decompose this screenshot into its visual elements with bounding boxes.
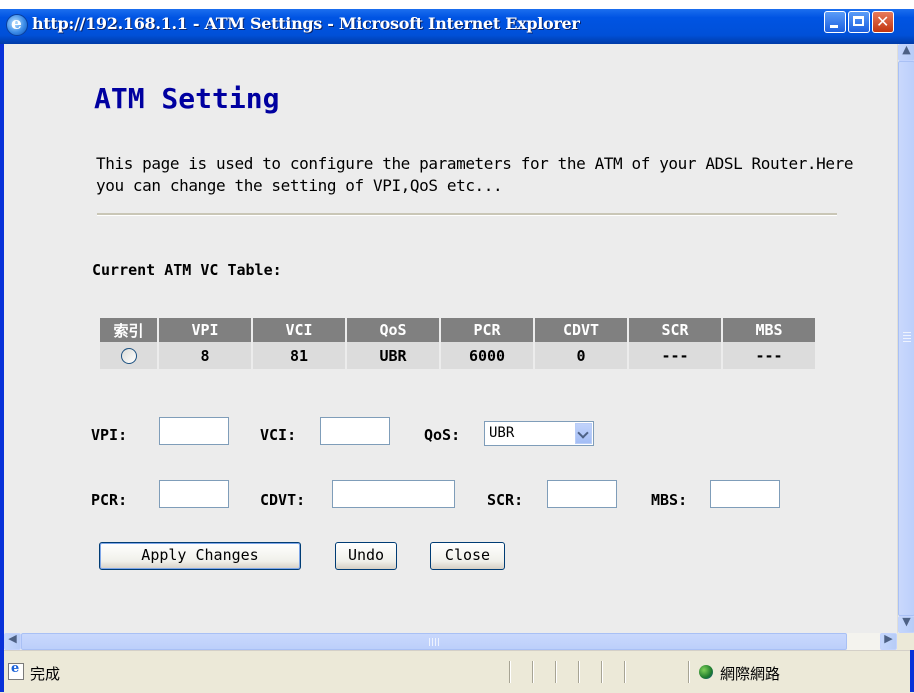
cell-qos: UBR [347, 342, 439, 369]
undo-button[interactable]: Undo [335, 542, 397, 570]
vci-input[interactable] [320, 417, 390, 445]
cell-vpi: 8 [159, 342, 251, 369]
cell-scr: --- [629, 342, 721, 369]
cell-mbs: --- [723, 342, 815, 369]
qos-select[interactable]: UBR [484, 421, 594, 446]
atm-vc-table: 索引 VPI VCI QoS PCR CDVT SCR MBS 8 81 UBR… [98, 318, 817, 369]
scrollbar-corner [897, 633, 914, 650]
vpi-label: VPI: [91, 426, 128, 444]
minimize-button[interactable] [824, 11, 846, 33]
qos-label: QoS: [424, 426, 461, 444]
scroll-right-button[interactable]: ▶ [880, 632, 897, 650]
scroll-up-button[interactable]: ▲ [898, 43, 914, 61]
status-separator [624, 661, 626, 683]
pcr-label: PCR: [91, 491, 128, 509]
close-window-button[interactable] [872, 11, 894, 33]
window-titlebar[interactable]: http://192.168.1.1 - ATM Settings - Micr… [0, 0, 914, 44]
row-select-cell [100, 342, 157, 369]
titlebar-top-strip [0, 0, 914, 9]
column-header-index: 索引 [100, 318, 157, 342]
column-header-mbs: MBS [723, 318, 815, 342]
column-header-cdvt: CDVT [535, 318, 627, 342]
cdvt-input[interactable] [332, 480, 455, 508]
status-separator [555, 661, 557, 683]
column-header-qos: QoS [347, 318, 439, 342]
page-content: ATM Setting This page is used to configu… [4, 44, 897, 633]
vc-table-heading: Current ATM VC Table: [92, 261, 282, 279]
page-title: ATM Setting [94, 82, 280, 115]
close-button[interactable]: Close [430, 542, 505, 570]
cell-vci: 81 [253, 342, 345, 369]
chevron-left-icon: ◀ [8, 632, 17, 645]
grip-line [903, 335, 911, 336]
apply-changes-button[interactable]: Apply Changes [99, 542, 301, 570]
page-done-icon [8, 661, 24, 680]
mbs-label: MBS: [651, 491, 688, 509]
scr-label: SCR: [487, 491, 524, 509]
status-separator [509, 661, 511, 683]
vertical-scrollbar[interactable]: ▲ ▼ [897, 43, 914, 633]
cell-cdvt: 0 [535, 342, 627, 369]
chevron-down-icon[interactable] [575, 423, 592, 444]
page-description: This page is used to configure the param… [96, 154, 854, 195]
vpi-input[interactable] [159, 417, 229, 445]
column-header-scr: SCR [629, 318, 721, 342]
pcr-input[interactable] [159, 480, 229, 508]
status-bar: 完成 網際網路 [4, 650, 910, 693]
grip-line [432, 638, 433, 646]
grip-line [429, 638, 430, 646]
scr-input[interactable] [547, 480, 617, 508]
table-header-row: 索引 VPI VCI QoS PCR CDVT SCR MBS [100, 318, 815, 342]
mbs-input[interactable] [710, 480, 780, 508]
window-title: http://192.168.1.1 - ATM Settings - Micr… [32, 14, 580, 33]
vertical-scroll-thumb[interactable] [898, 61, 914, 616]
vci-label: VCI: [260, 426, 297, 444]
table-row: 8 81 UBR 6000 0 --- --- [100, 342, 815, 369]
status-separator [601, 661, 603, 683]
cdvt-label: CDVT: [260, 491, 306, 509]
grip-line [435, 638, 436, 646]
column-header-vci: VCI [253, 318, 345, 342]
grip-line [903, 338, 911, 339]
grip-line [438, 638, 439, 646]
status-separator [532, 661, 534, 683]
column-header-vpi: VPI [159, 318, 251, 342]
grip-line [903, 341, 911, 342]
status-separator [688, 661, 690, 683]
ie-icon[interactable] [6, 14, 28, 36]
qos-select-value: UBR [489, 425, 515, 441]
divider [97, 213, 837, 216]
column-header-pcr: PCR [441, 318, 533, 342]
security-zone-text: 網際網路 [720, 665, 781, 683]
horizontal-scroll-thumb[interactable] [21, 633, 847, 650]
grip-line [903, 332, 911, 333]
row-select-radio[interactable] [120, 348, 137, 364]
internet-globe-icon [699, 665, 713, 679]
chevron-up-icon: ▲ [902, 43, 911, 56]
scroll-down-button[interactable]: ▼ [898, 615, 914, 633]
status-text: 完成 [30, 665, 61, 683]
horizontal-scrollbar[interactable]: ◀ ▶ [4, 632, 897, 650]
status-separator [578, 661, 580, 683]
chevron-down-icon: ▼ [902, 615, 911, 628]
scroll-left-button[interactable]: ◀ [4, 632, 21, 650]
cell-pcr: 6000 [441, 342, 533, 369]
chevron-right-icon: ▶ [884, 632, 893, 645]
maximize-button[interactable] [848, 11, 870, 33]
